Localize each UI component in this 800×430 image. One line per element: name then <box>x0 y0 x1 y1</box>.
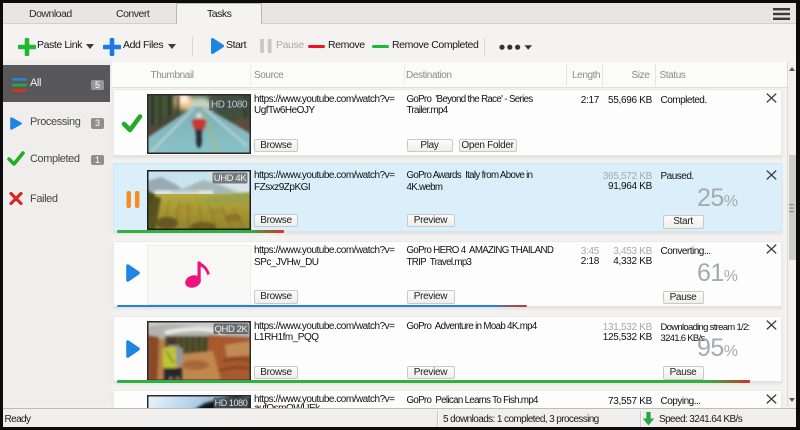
svg-text:UHD 4K: UHD 4K <box>213 173 247 184</box>
svg-text:HD 1080: HD 1080 <box>211 99 248 110</box>
svg-text:HD 1080: HD 1080 <box>214 398 247 408</box>
svg-text:QHD 2K: QHD 2K <box>214 323 248 334</box>
